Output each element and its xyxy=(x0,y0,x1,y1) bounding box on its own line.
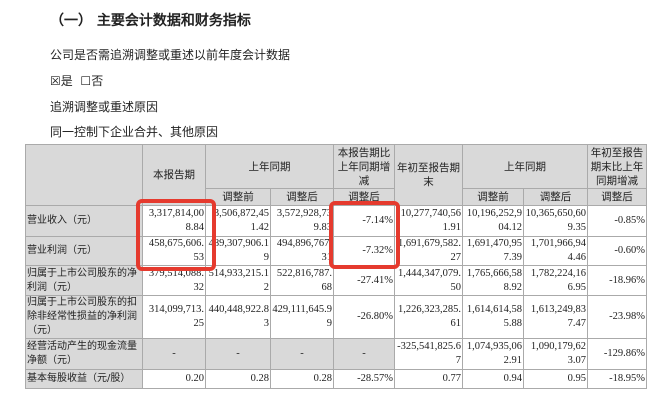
section-title: （一） 主要会计数据和财务指标 xyxy=(50,13,251,29)
table-row: 归属于上市公司股东的扣除非经常性损益的净利润（元） 314,099,713.25 4… xyxy=(25,295,647,339)
table-cell: 0.77 xyxy=(394,369,463,389)
restatement-question: 公司是否需追溯调整或重述以前年度会计数据 xyxy=(50,48,291,62)
header-blank xyxy=(25,144,143,206)
table-cell: - xyxy=(205,338,271,370)
table-cell: 0.28 xyxy=(205,369,271,389)
table-cell: 1,444,347,079.50 xyxy=(394,265,463,296)
table-row: 经营活动产生的现金流量净额（元） - - - - -325,541,825.67 1,074… xyxy=(25,338,647,370)
table-cell: -18.96% xyxy=(587,265,647,296)
table-cell: 1,613,249,837.47 xyxy=(523,295,588,339)
table-cell: -0.60% xyxy=(587,236,647,266)
unchecked-box-icon[interactable]: ☐ xyxy=(80,74,91,88)
table-cell: 3,572,928,739.83 xyxy=(270,205,334,237)
header-ytd-change: 年初至报告期末比上年同期增减 xyxy=(587,144,647,189)
table-cell: -23.98% xyxy=(587,295,647,339)
row-label: 营业收入（元） xyxy=(25,205,143,237)
table-cell: 0.94 xyxy=(462,369,524,389)
table-cell: 10,365,650,609.35 xyxy=(523,205,588,237)
table-cell: 1,691,470,957.39 xyxy=(462,236,524,266)
header-after: 调整后 xyxy=(270,188,334,206)
table-cell: - xyxy=(142,338,206,370)
table-cell: 0.20 xyxy=(142,369,206,389)
table-cell: 1,782,224,166.95 xyxy=(523,265,588,296)
table-cell: 1,090,179,623.07 xyxy=(523,338,588,370)
header-after: 调整后 xyxy=(587,188,647,206)
table-cell: 1,765,666,588.92 xyxy=(462,265,524,296)
highlight-box-change xyxy=(329,201,400,269)
table-row: 基本每股收益（元/股） 0.20 0.28 0.28 -28.57% 0.77 0.94 0.… xyxy=(25,369,647,389)
table-cell: -129.86% xyxy=(587,338,647,370)
row-label: 基本每股收益（元/股） xyxy=(25,369,143,389)
table-cell: - xyxy=(270,338,334,370)
table-cell: -26.80% xyxy=(333,295,395,339)
table-cell: -18.95% xyxy=(587,369,647,389)
table-row: 归属于上市公司股东的净利润（元） 379,514,088.32 514,933,21… xyxy=(25,265,647,296)
table-cell: -28.57% xyxy=(333,369,395,389)
table-cell: -0.85% xyxy=(587,205,647,237)
table-cell: -325,541,825.67 xyxy=(394,338,463,370)
row-label: 归属于上市公司股东的净利润（元） xyxy=(25,265,143,296)
restatement-options: ☒是 ☐否 xyxy=(50,72,103,89)
no-label: 否 xyxy=(91,74,104,88)
highlight-box-current xyxy=(136,199,216,271)
table-cell: 1,691,679,582.27 xyxy=(394,236,463,266)
row-label: 营业利润（元） xyxy=(25,236,143,266)
header-ytd: 年初至报告期末 xyxy=(394,144,463,206)
yes-label: 是 xyxy=(60,74,73,88)
header-change: 本报告期比上年同期增减 xyxy=(333,144,395,189)
table-cell: - xyxy=(333,338,395,370)
header-prev2: 上年同期 xyxy=(462,144,588,189)
header-after: 调整后 xyxy=(523,188,588,206)
table-cell: 440,448,922.83 xyxy=(205,295,271,339)
checked-box-icon[interactable]: ☒ xyxy=(50,74,61,88)
table-cell: 1,074,935,062.91 xyxy=(462,338,524,370)
header-current: 本报告期 xyxy=(142,144,206,206)
table-cell: 0.28 xyxy=(270,369,334,389)
table-cell: 1,226,323,285.61 xyxy=(394,295,463,339)
header-prev: 上年同期 xyxy=(205,144,334,189)
reason-text: 同一控制下企业合并、其他原因 xyxy=(50,125,219,139)
row-label: 归属于上市公司股东的扣除非经常性损益的净利润（元） xyxy=(25,295,143,339)
header-before: 调整前 xyxy=(462,188,524,206)
table-cell: 0.95 xyxy=(523,369,588,389)
table-cell: 514,933,215.12 xyxy=(205,265,271,296)
table-cell: 494,896,767.31 xyxy=(270,236,334,266)
row-label: 经营活动产生的现金流量净额（元） xyxy=(25,338,143,370)
table-cell: 1,614,614,585.88 xyxy=(462,295,524,339)
table-cell: 1,701,966,944.46 xyxy=(523,236,588,266)
table-cell: 10,196,252,904.12 xyxy=(462,205,524,237)
table-cell: 10,277,740,561.91 xyxy=(394,205,463,237)
reason-title: 追溯调整或重述原因 xyxy=(50,100,159,114)
table-cell: 314,099,713.25 xyxy=(142,295,206,339)
table-cell: 429,111,645.99 xyxy=(270,295,334,339)
table-cell: -27.41% xyxy=(333,265,395,296)
table-cell: 522,816,787.68 xyxy=(270,265,334,296)
